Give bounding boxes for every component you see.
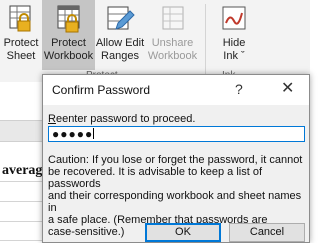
sheet-header-strip <box>0 120 42 142</box>
ok-button[interactable]: OK <box>145 223 221 242</box>
close-icon[interactable]: ✕ <box>281 80 294 98</box>
row-divider <box>0 221 42 222</box>
allow-edit-ranges-label: Allow Edit Ranges <box>95 37 145 62</box>
password-mask: ●●●●● <box>52 127 94 141</box>
password-prompt-label: Reenter password to proceed. <box>48 113 195 125</box>
help-icon[interactable]: ? <box>235 81 243 97</box>
protect-sheet-button[interactable]: Protect Sheet <box>0 0 42 70</box>
dialog-title: Confirm Password <box>52 83 151 97</box>
caution-line: be recovered. It is advisable to keep a … <box>48 166 263 190</box>
unshare-workbook-icon <box>162 6 183 30</box>
cancel-button[interactable]: Cancel <box>229 223 305 242</box>
accelerator-key: R <box>48 113 56 125</box>
unshare-workbook-button[interactable]: Unshare Workbook <box>145 0 200 70</box>
dialog-titlebar[interactable]: Confirm Password ? ✕ <box>43 75 309 105</box>
text-caret <box>93 128 95 139</box>
protect-sheet-icon <box>9 5 31 32</box>
protect-workbook-button[interactable]: Protect Workbook <box>42 0 95 70</box>
caution-line: and their corresponding workbook and she… <box>48 190 302 214</box>
allow-edit-ranges-button[interactable]: Allow Edit Ranges <box>95 0 145 70</box>
hide-ink-label: Hide Ink ˇ <box>222 37 246 62</box>
edit-pencil-icon <box>107 6 135 30</box>
protect-sheet-label: Protect Sheet <box>3 37 39 62</box>
password-field[interactable]: ●●●●● <box>48 126 305 142</box>
row-divider <box>0 181 42 182</box>
group-separator <box>205 4 206 78</box>
cell-text[interactable]: averag <box>2 163 42 179</box>
protect-workbook-icon <box>57 5 79 33</box>
confirm-password-dialog: Confirm Password ? ✕ Reenter password to… <box>42 74 310 243</box>
prompt-text: eenter password to proceed. <box>55 113 196 125</box>
hide-ink-button[interactable]: Hide Ink ˇ <box>214 0 254 70</box>
ink-pen-icon <box>222 6 246 30</box>
caution-line: Caution: If you lose or forget the passw… <box>48 154 303 166</box>
row-divider <box>0 240 42 241</box>
ribbon: Protect Sheet Protect Workbook Allow Edit R… <box>0 0 310 82</box>
protect-workbook-label: Protect Workbook <box>43 37 94 62</box>
unshare-workbook-label: Unshare Workbook <box>147 37 198 62</box>
row-divider <box>0 201 42 202</box>
